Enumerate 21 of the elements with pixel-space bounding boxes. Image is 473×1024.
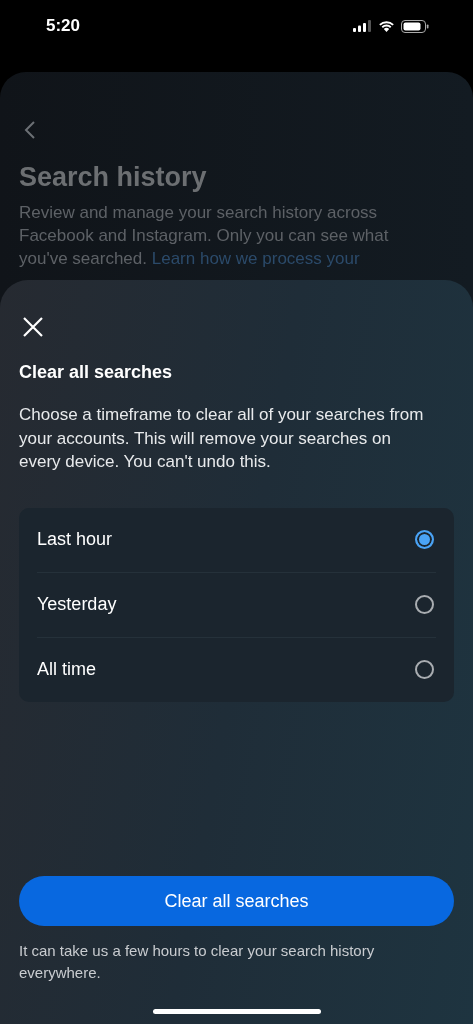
back-icon[interactable] [23,120,37,140]
sheet-title: Clear all searches [19,362,174,383]
close-icon[interactable] [22,316,44,338]
status-time: 5:20 [46,16,81,36]
clear-button[interactable]: Clear all searches [19,876,454,926]
battery-icon [401,19,429,33]
option-label: Yesterday [37,594,117,615]
signal-icon [353,20,372,32]
radio-button[interactable] [415,530,434,549]
footnote: It can take us a few hours to clear your search history everywhere. [19,941,376,983]
timeframe-option[interactable]: All time [37,636,436,702]
option-label: Last hour [37,529,113,550]
page-description: Review and manage your search history across Facebook and Instagram. Only you can see what you've searched. Learn how we process your [19,202,390,270]
timeframe-option[interactable]: Last hour [37,507,436,572]
page-title: Search history [19,162,208,193]
radio-button[interactable] [415,595,434,614]
sheet-description: Choose a timeframe to clear all of your searches from your accounts. This will remove your searches on every device. You can't undo this. [19,404,425,473]
wifi-icon [378,20,395,32]
timeframe-option[interactable]: Yesterday [37,571,436,637]
radio-button[interactable] [415,660,434,679]
option-label: All time [37,659,96,680]
